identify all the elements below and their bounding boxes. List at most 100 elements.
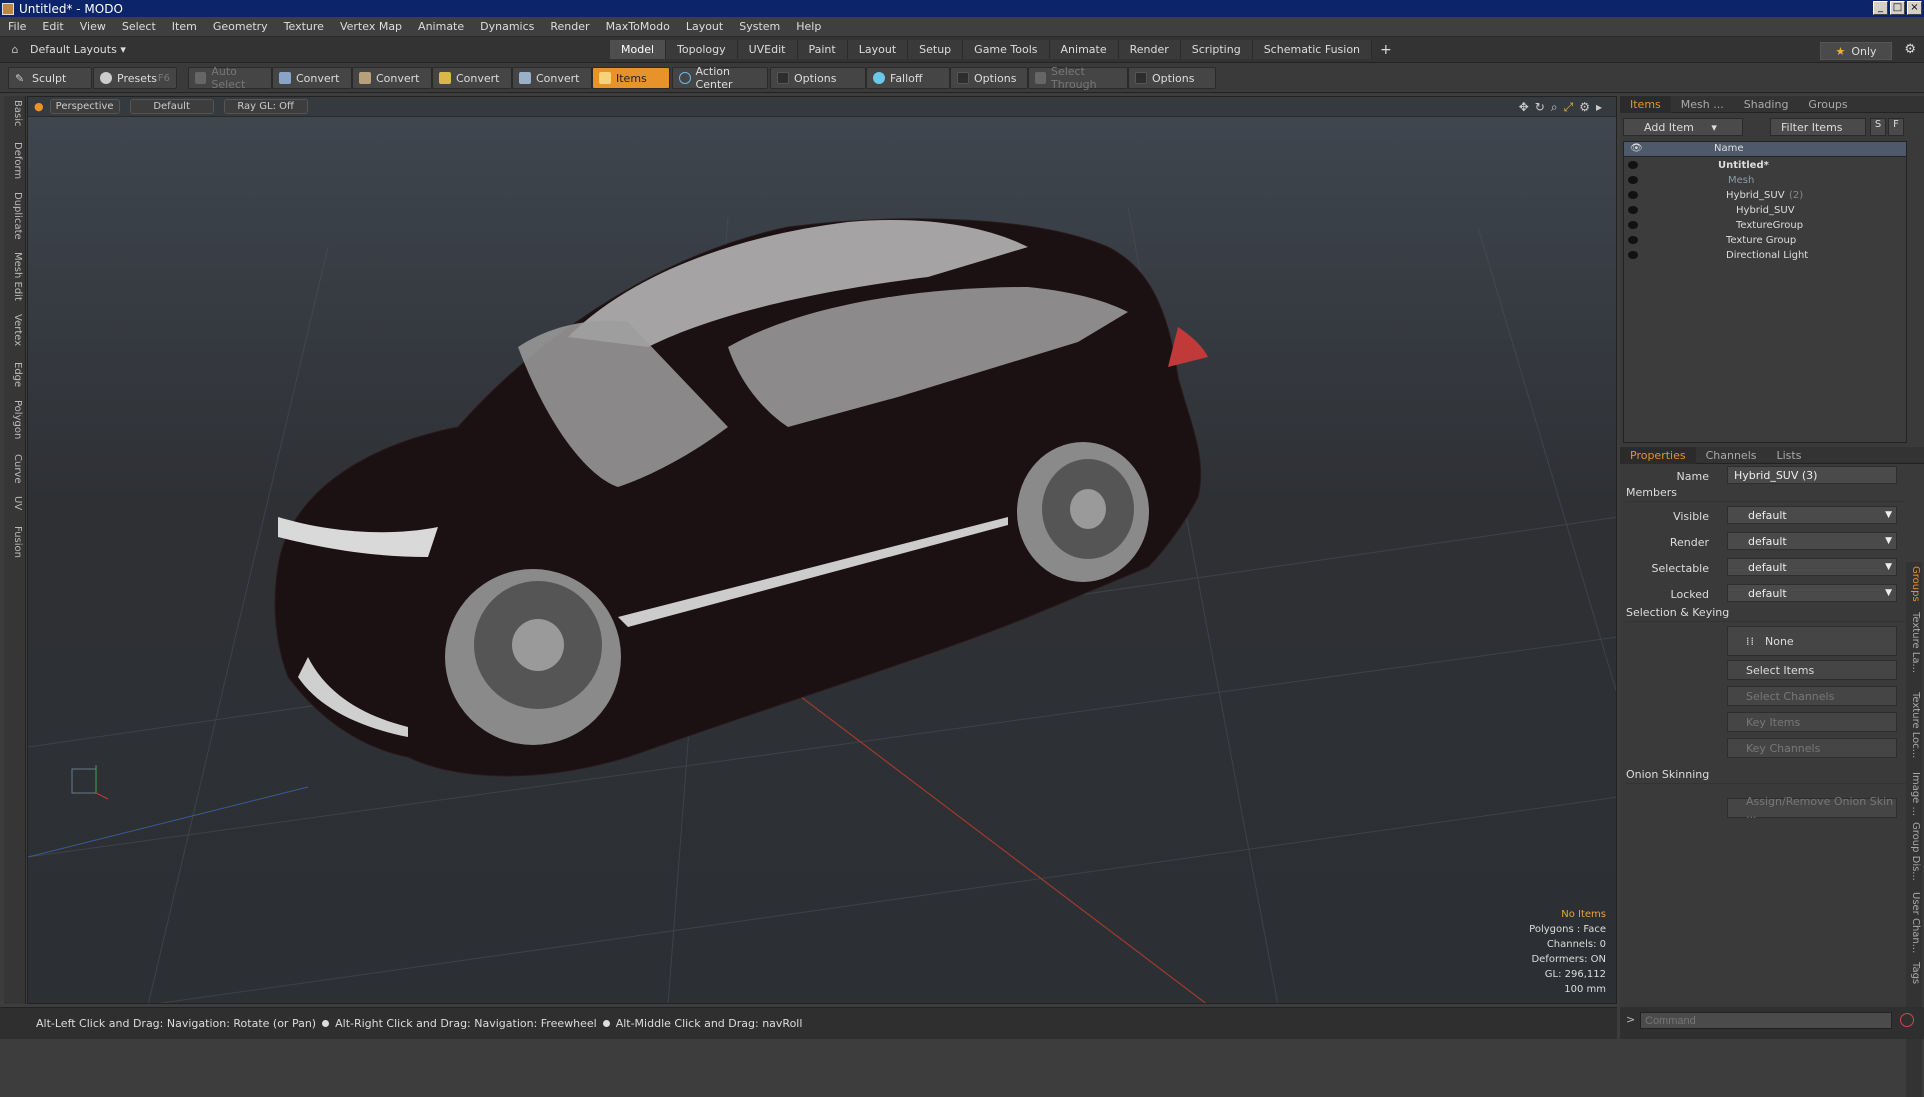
f-toggle[interactable]: F — [1888, 118, 1904, 136]
shading-dropdown[interactable]: Default — [129, 99, 214, 114]
rotate-icon[interactable]: ↻ — [1535, 100, 1545, 115]
left-tab-mesh-edit[interactable]: Mesh Edit — [7, 252, 23, 301]
members-section[interactable]: Members — [1626, 486, 1906, 502]
rtab-texture-locators[interactable]: Texture Loc... — [1907, 692, 1921, 758]
select-through-button[interactable]: Select Through — [1028, 65, 1128, 91]
add-tab-icon[interactable]: + — [1380, 42, 1392, 58]
menu-geometry[interactable]: Geometry — [213, 20, 268, 33]
selectable-dropdown[interactable]: default ▼ — [1727, 558, 1897, 576]
eye-icon[interactable] — [1628, 206, 1638, 214]
convert-button-4[interactable]: Convert — [512, 67, 592, 89]
left-tab-edge[interactable]: Edge — [7, 362, 23, 387]
left-tab-deform[interactable]: Deform — [7, 142, 23, 179]
record-icon[interactable] — [1900, 1013, 1914, 1027]
menu-layout[interactable]: Layout — [686, 20, 723, 33]
sculpt-button[interactable]: ✎ Sculpt — [8, 67, 92, 89]
tab-items[interactable]: Items — [1620, 95, 1671, 113]
options-button-3[interactable]: Options — [1128, 67, 1216, 89]
convert-button-3[interactable]: Convert — [432, 67, 512, 89]
none-button[interactable]: ⁞⁞ None — [1727, 626, 1897, 656]
pan-icon[interactable]: ✥ — [1519, 100, 1529, 115]
tab-game-tools[interactable]: Game Tools — [963, 40, 1050, 59]
left-tab-duplicate[interactable]: Duplicate — [7, 192, 23, 240]
left-tab-curve[interactable]: Curve — [7, 454, 23, 484]
eye-icon[interactable] — [1628, 221, 1638, 229]
tab-mesh[interactable]: Mesh ... — [1671, 96, 1734, 113]
viewport-expand-icon[interactable]: ▸ — [1596, 100, 1602, 115]
menu-edit[interactable]: Edit — [42, 20, 63, 33]
items-mode-button[interactable]: Items — [592, 67, 670, 89]
tree-row-hybrid-suv-group[interactable]: Hybrid_SUV (2) — [1624, 189, 1906, 204]
eye-icon[interactable] — [1628, 176, 1638, 184]
menu-item[interactable]: Item — [172, 20, 197, 33]
add-item-button[interactable]: Add Item ▾ — [1623, 118, 1743, 136]
minimize-button[interactable]: _ — [1873, 1, 1888, 15]
left-tab-basic[interactable]: Basic — [7, 100, 23, 126]
tab-uvedit[interactable]: UVEdit — [737, 40, 798, 59]
tree-row-texture-group[interactable]: Texture Group — [1624, 234, 1906, 249]
3d-viewport[interactable]: ● Perspective Default Ray GL: Off ✥ ↻ ⌕ … — [27, 96, 1617, 1004]
tab-animate[interactable]: Animate — [1049, 40, 1119, 59]
menu-help[interactable]: Help — [796, 20, 821, 33]
assign-onion-skin-button[interactable]: Assign/Remove Onion Skin ... — [1727, 795, 1897, 821]
tab-topology[interactable]: Topology — [666, 40, 738, 59]
presets-button[interactable]: Presets F6 — [93, 67, 177, 89]
left-tab-polygon[interactable]: Polygon — [7, 400, 23, 439]
tab-model[interactable]: Model — [610, 40, 667, 59]
tab-scripting[interactable]: Scripting — [1180, 40, 1253, 59]
falloff-button[interactable]: Falloff — [866, 67, 950, 89]
eye-icon[interactable] — [1628, 191, 1638, 199]
menu-view[interactable]: View — [80, 20, 106, 33]
s-toggle[interactable]: S — [1870, 118, 1886, 136]
eye-icon[interactable] — [1628, 236, 1638, 244]
onion-skinning-section[interactable]: Onion Skinning — [1626, 768, 1906, 784]
menu-maxtomodo[interactable]: MaxToModo — [606, 20, 670, 33]
only-toggle[interactable]: ★ Only — [1820, 42, 1892, 60]
tree-row-mesh[interactable]: Mesh — [1624, 174, 1906, 189]
tab-paint[interactable]: Paint — [797, 40, 848, 59]
tab-groups[interactable]: Groups — [1798, 96, 1857, 113]
command-input[interactable] — [1640, 1012, 1892, 1029]
eye-icon[interactable] — [1628, 161, 1638, 169]
options-button-1[interactable]: Options — [770, 67, 866, 89]
tree-row-untitled[interactable]: Untitled* — [1624, 159, 1906, 174]
tab-shading[interactable]: Shading — [1734, 96, 1799, 113]
menu-render[interactable]: Render — [550, 20, 589, 33]
zoom-icon[interactable]: ⌕ — [1551, 100, 1558, 115]
menu-animate[interactable]: Animate — [418, 20, 464, 33]
raygl-toggle[interactable]: Ray GL: Off — [223, 99, 308, 114]
selection-keying-section[interactable]: Selection & Keying — [1626, 606, 1906, 622]
action-center-button[interactable]: Action Center — [672, 65, 768, 91]
rtab-user-channels[interactable]: User Chan... — [1907, 892, 1921, 953]
tree-row-texturegroup[interactable]: TextureGroup — [1624, 219, 1906, 234]
tab-properties[interactable]: Properties — [1620, 446, 1696, 464]
tab-layout[interactable]: Layout — [847, 40, 909, 59]
rtab-texture-layers[interactable]: Texture La... — [1907, 612, 1921, 673]
convert-button-1[interactable]: Convert — [272, 67, 352, 89]
left-tab-uv[interactable]: UV — [7, 496, 23, 510]
tab-render[interactable]: Render — [1118, 40, 1181, 59]
left-tab-vertex[interactable]: Vertex — [7, 314, 23, 346]
default-layouts-dropdown[interactable]: Default Layouts ▾ — [30, 43, 610, 56]
key-channels-button[interactable]: Key Channels — [1727, 738, 1897, 758]
tab-schematic-fusion[interactable]: Schematic Fusion — [1252, 40, 1373, 59]
left-tab-fusion[interactable]: Fusion — [7, 526, 23, 558]
viewport-gear-icon[interactable]: ⚙ — [1579, 100, 1590, 115]
tree-row-directional-light[interactable]: Directional Light — [1624, 249, 1906, 264]
select-items-button[interactable]: Select Items — [1727, 660, 1897, 680]
options-button-2[interactable]: Options — [950, 67, 1028, 89]
rtab-image[interactable]: Image ... — [1907, 772, 1921, 816]
auto-select-button[interactable]: Auto Select — [188, 65, 272, 91]
rtab-tags[interactable]: Tags — [1907, 962, 1921, 984]
tab-channels[interactable]: Channels — [1696, 447, 1767, 464]
menu-system[interactable]: System — [739, 20, 780, 33]
render-dropdown[interactable]: default ▼ — [1727, 532, 1897, 550]
close-button[interactable]: × — [1907, 1, 1922, 15]
filter-items-button[interactable]: Filter Items — [1770, 118, 1866, 136]
tree-row-hybrid-suv[interactable]: Hybrid_SUV — [1624, 204, 1906, 219]
tab-setup[interactable]: Setup — [908, 40, 964, 59]
maximize-button[interactable]: □ — [1890, 1, 1905, 15]
menu-file[interactable]: File — [8, 20, 26, 33]
select-channels-button[interactable]: Select Channels — [1727, 686, 1897, 706]
menu-select[interactable]: Select — [122, 20, 156, 33]
